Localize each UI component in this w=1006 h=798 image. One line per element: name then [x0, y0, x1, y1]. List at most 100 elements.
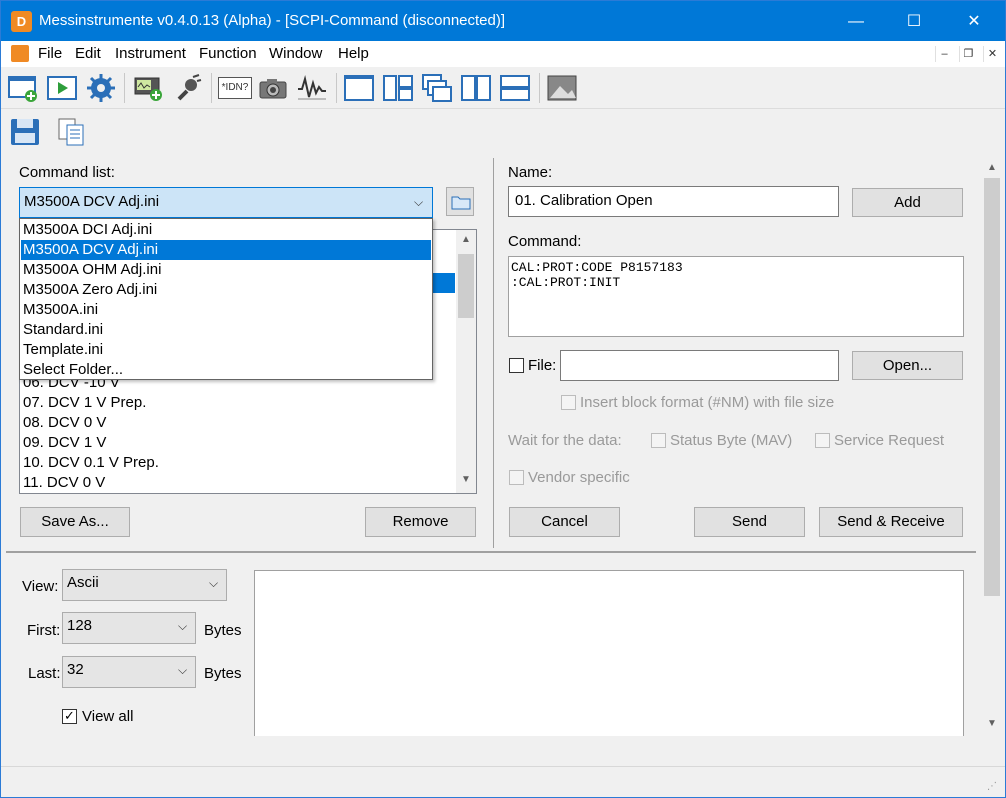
screenshot-icon[interactable] [546, 73, 578, 103]
doc-icon [11, 45, 29, 62]
command-list-label: Command list: [19, 164, 115, 181]
scroll-up-icon[interactable]: ▲ [456, 234, 476, 245]
save-as-button[interactable]: Save As... [20, 507, 130, 537]
main-scroll-up-icon[interactable]: ▲ [982, 162, 1002, 173]
file-input[interactable] [560, 350, 839, 381]
main-scroll-thumb[interactable] [984, 178, 1000, 596]
command-file-value: M3500A DCV Adj.ini [24, 193, 160, 210]
mdi-minimize-button[interactable]: – [935, 46, 953, 62]
menu-help[interactable]: Help [338, 45, 369, 62]
command-textarea[interactable]: CAL:PROT:CODE P8157183 :CAL:PROT:INIT [508, 256, 964, 337]
idn-icon[interactable]: *IDN? [218, 77, 252, 99]
layout-single-icon[interactable] [343, 73, 375, 103]
list-item[interactable]: 10. DCV 0.1 V Prep. [23, 453, 159, 473]
resize-grip-icon[interactable]: ⋰ [987, 781, 999, 793]
last-value: 32 [67, 661, 84, 678]
toolbar-separator [124, 73, 125, 103]
command-file-select[interactable]: M3500A DCV Adj.ini ⌵ [19, 187, 433, 218]
maximize-button[interactable]: ☐ [891, 2, 937, 42]
dropdown-option[interactable]: M3500A Zero Adj.ini [21, 280, 431, 300]
layout-grid-icon[interactable] [382, 73, 414, 103]
remove-button[interactable]: Remove [365, 507, 476, 537]
dropdown-option[interactable]: Select Folder... [21, 360, 431, 380]
open-button[interactable]: Open... [852, 351, 963, 380]
list-item[interactable]: 08. DCV 0 V [23, 413, 106, 433]
mdi-restore-button[interactable]: ❐ [959, 46, 977, 62]
main-scroll-down-icon[interactable]: ▼ [982, 718, 1002, 729]
status-bar: ⋰ [1, 766, 1005, 797]
first-value: 128 [67, 617, 93, 634]
menu-window[interactable]: Window [269, 45, 322, 62]
name-label: Name: [508, 164, 553, 181]
layout-cascade-icon[interactable] [421, 73, 453, 103]
new-window-icon[interactable] [7, 73, 39, 103]
connect-icon[interactable] [171, 73, 203, 103]
scroll-thumb[interactable] [458, 254, 474, 318]
toolbar-separator [211, 73, 212, 103]
settings-icon[interactable] [85, 73, 117, 103]
last-select[interactable]: 32 ⌵ [62, 656, 196, 688]
status-byte-checkbox[interactable] [651, 433, 666, 448]
block-format-checkbox[interactable] [561, 395, 576, 410]
app-icon: D [11, 11, 32, 32]
service-request-checkbox[interactable] [815, 433, 830, 448]
list-scrollbar[interactable]: ▲ ▼ [456, 230, 476, 493]
dropdown-option[interactable]: M3500A OHM Adj.ini [21, 260, 431, 280]
list-item[interactable]: 11. DCV 0 V [23, 473, 105, 493]
save-icon[interactable] [9, 117, 41, 147]
window-title: Messinstrumente v0.4.0.13 (Alpha) - [SCP… [39, 12, 506, 29]
name-input[interactable]: 01. Calibration Open [508, 186, 839, 217]
add-button[interactable]: Add [852, 188, 963, 217]
menu-file[interactable]: File [38, 45, 62, 62]
file-dropdown[interactable]: M3500A DCI Adj.ini M3500A DCV Adj.ini M3… [19, 218, 433, 380]
send-receive-button[interactable]: Send & Receive [819, 507, 963, 537]
waveform-icon[interactable] [296, 73, 328, 103]
layout-horizontal-icon[interactable] [499, 73, 531, 103]
menu-bar: File Edit Instrument Function Window Hel… [1, 41, 1005, 67]
main-scrollbar[interactable]: ▲ ▼ [982, 156, 1002, 736]
run-icon[interactable] [46, 73, 78, 103]
mdi-close-button[interactable]: ✕ [983, 46, 1001, 62]
first-select[interactable]: 128 ⌵ [62, 612, 196, 644]
instrument-add-icon[interactable] [132, 73, 164, 103]
file-checkbox[interactable] [509, 358, 524, 373]
dropdown-option-selected[interactable]: M3500A DCV Adj.ini [21, 240, 431, 260]
scroll-down-icon[interactable]: ▼ [456, 474, 476, 485]
menu-function[interactable]: Function [199, 45, 257, 62]
dropdown-option[interactable]: M3500A DCI Adj.ini [21, 220, 431, 240]
dropdown-option[interactable]: Template.ini [21, 340, 431, 360]
minimize-button[interactable]: — [833, 2, 879, 42]
chevron-down-icon: ⌵ [414, 195, 424, 209]
chevron-down-icon: ⌵ [209, 576, 219, 590]
view-select[interactable]: Ascii ⌵ [62, 569, 227, 601]
copy-icon[interactable] [55, 117, 87, 147]
list-item[interactable]: 09. DCV 1 V [23, 433, 106, 453]
folder-icon [451, 196, 471, 210]
last-bytes-label: Bytes [204, 665, 242, 682]
first-bytes-label: Bytes [204, 622, 242, 639]
output-area[interactable] [254, 570, 964, 740]
layout-vertical-icon[interactable] [460, 73, 492, 103]
status-byte-label: Status Byte (MAV) [670, 432, 793, 449]
camera-icon[interactable] [257, 73, 289, 103]
command-toolbar [1, 109, 1005, 154]
view-all-checkbox[interactable]: ✓ [62, 709, 77, 724]
dropdown-option[interactable]: M3500A.ini [21, 300, 431, 320]
browse-folder-button[interactable] [446, 187, 474, 216]
send-button[interactable]: Send [694, 507, 805, 537]
command-label: Command: [508, 233, 582, 250]
menu-edit[interactable]: Edit [75, 45, 101, 62]
last-label: Last: [28, 665, 61, 682]
horizontal-splitter[interactable] [6, 551, 976, 553]
view-all-label: View all [82, 708, 134, 725]
vertical-splitter[interactable] [493, 158, 494, 548]
view-value: Ascii [67, 574, 99, 591]
vendor-specific-checkbox[interactable] [509, 470, 524, 485]
dropdown-option[interactable]: Standard.ini [21, 320, 431, 340]
chevron-down-icon: ⌵ [178, 619, 188, 633]
close-button[interactable]: ✕ [951, 2, 997, 42]
toolbar-separator [336, 73, 337, 103]
cancel-button[interactable]: Cancel [509, 507, 620, 537]
menu-instrument[interactable]: Instrument [115, 45, 186, 62]
list-item[interactable]: 07. DCV 1 V Prep. [23, 393, 146, 413]
